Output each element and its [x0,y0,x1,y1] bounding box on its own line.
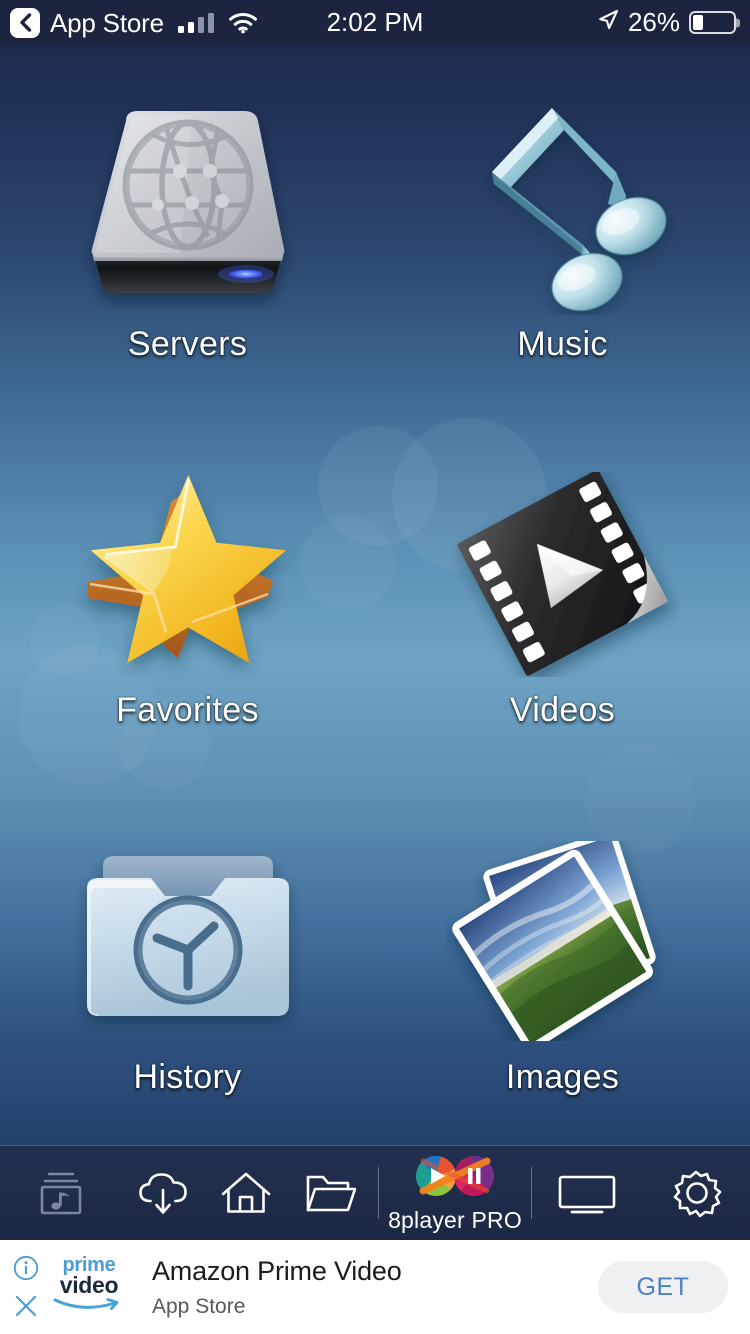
toolbar-button-display[interactable] [532,1169,642,1217]
clock-time: 2:02 PM [327,7,424,38]
app-screen: App Store 2:02 PM 26% [0,0,750,1334]
folder-icon [304,1169,356,1217]
infinity-play-pause-logo [411,1153,499,1204]
ad-subtitle: App Store [152,1295,598,1319]
hard-drive-network-icon [68,93,308,323]
film-strip-play-icon [443,459,683,689]
home-item-label: Videos [510,691,615,730]
ad-title: Amazon Prime Video [152,1256,598,1287]
home-item-servers[interactable]: Servers [0,45,375,412]
home-item-label: Favorites [116,691,259,730]
chevron-left-icon [18,13,33,32]
home-icon [220,1169,272,1217]
cloud-download-icon [136,1169,190,1217]
toolbar-button-settings[interactable] [642,1167,750,1219]
ad-text-block: Amazon Prime Video App Store [132,1256,598,1319]
back-label[interactable]: App Store [50,10,164,36]
playlist-music-icon [36,1169,86,1217]
brand-8player-pro[interactable]: 8player PRO [379,1153,531,1234]
toolbar-button-downloads[interactable] [122,1169,204,1217]
toolbar-button-files[interactable] [288,1169,372,1217]
gear-icon [668,1167,724,1219]
home-item-music[interactable]: Music [375,45,750,412]
back-to-app-store-button[interactable] [10,8,40,38]
home-item-label: Servers [128,325,247,364]
home-item-label: History [134,1058,242,1097]
toolbar-button-home[interactable] [204,1169,288,1217]
prime-video-logo: prime video [46,1240,132,1334]
tv-monitor-icon [556,1169,618,1217]
home-item-videos[interactable]: Videos [375,412,750,779]
status-bar-right: 26% [597,7,750,38]
status-bar-left: App Store [0,8,258,38]
wifi-icon [228,12,258,34]
home-item-label: Images [506,1058,619,1097]
location-arrow-icon [597,9,619,36]
home-item-images[interactable]: Images [375,778,750,1145]
video-word: video [60,1274,119,1296]
status-bar: App Store 2:02 PM 26% [0,0,750,45]
battery-percent-label: 26% [628,7,680,38]
ad-get-button[interactable]: GET [598,1261,728,1313]
folder-clock-icon [68,826,308,1056]
amazon-smile-arrow-icon [51,1297,127,1318]
ad-controls [0,1240,46,1334]
music-note-icon [443,93,683,323]
info-circle-icon[interactable] [13,1255,39,1281]
battery-icon [689,11,736,34]
home-item-history[interactable]: History [0,778,375,1145]
ad-banner: prime video Amazon Prime Video App Store… [0,1240,750,1334]
brand-label: 8player PRO [388,1207,522,1234]
close-x-icon[interactable] [13,1293,39,1319]
home-icon-grid: Servers [0,45,750,1145]
star-icon [68,459,308,689]
bottom-toolbar: 8player PRO [0,1145,750,1240]
home-item-favorites[interactable]: Favorites [0,412,375,779]
home-item-label: Music [517,325,607,364]
cellular-signal-icon [178,13,214,33]
toolbar-button-playlist[interactable] [0,1169,122,1217]
photos-stack-icon [443,826,683,1056]
